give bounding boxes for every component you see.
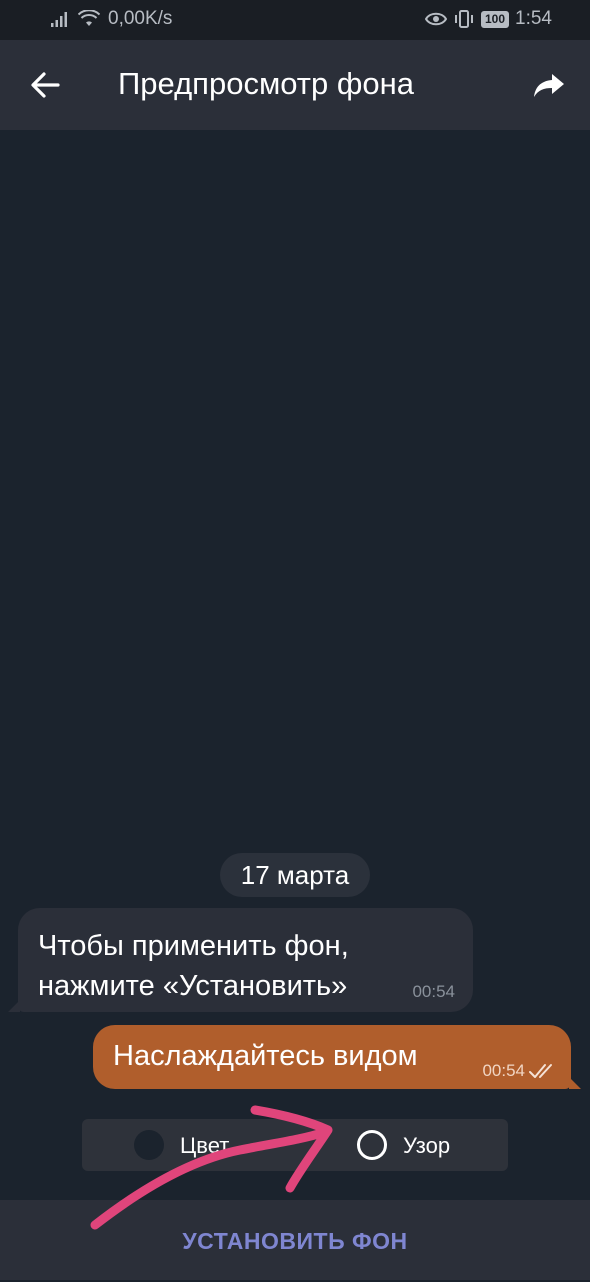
incoming-message: Чтобы применить фон, нажмите «Установить…	[8, 908, 473, 1012]
share-forward-icon[interactable]	[532, 68, 566, 102]
pattern-option-label: Узор	[403, 1133, 451, 1158]
color-option-label: Цвет	[180, 1133, 230, 1158]
arrow-back-icon[interactable]	[28, 67, 64, 103]
pattern-radio-icon	[357, 1130, 387, 1160]
date-separator: 17 марта	[220, 853, 370, 897]
page-title: Предпросмотр фона	[118, 66, 414, 101]
status-right: 100 1:54	[424, 8, 552, 30]
pattern-option[interactable]: Узор	[295, 1119, 508, 1171]
app-bar: Предпросмотр фона	[0, 40, 590, 130]
network-speed: 0,00K/s	[108, 8, 173, 29]
double-check-icon	[529, 1064, 552, 1078]
background-mode-toggle: Цвет Узор	[82, 1119, 508, 1171]
message-time: 00:54	[482, 1061, 525, 1080]
eye-icon	[424, 12, 447, 26]
battery-indicator: 100	[480, 10, 510, 28]
incoming-line-2: нажмите «Установить»	[38, 970, 348, 1002]
clock: 1:54	[515, 8, 552, 29]
outgoing-message: Наслаждайтесь видом 00:54	[93, 1025, 581, 1089]
bottom-action-bar: УСТАНОВИТЬ ФОН	[0, 1200, 590, 1280]
incoming-line-1: Чтобы применить фон,	[38, 930, 349, 962]
incoming-message-text: Чтобы применить фон, нажмите «Установить…	[38, 926, 349, 1006]
bubble-tail	[8, 1000, 20, 1012]
signal-icon	[51, 12, 67, 27]
status-bar: 0,00K/s 100 1:54	[0, 0, 590, 40]
status-left: 0,00K/s	[50, 8, 172, 30]
wifi-icon	[78, 10, 100, 26]
vibrate-icon	[454, 10, 473, 28]
color-circle-icon	[134, 1130, 164, 1160]
bubble-tail	[569, 1077, 581, 1089]
message-time: 00:54	[412, 982, 455, 1001]
set-background-button[interactable]: УСТАНОВИТЬ ФОН	[0, 1200, 590, 1280]
color-option[interactable]: Цвет	[82, 1119, 295, 1171]
outgoing-message-text: Наслаждайтесь видом	[113, 1040, 418, 1072]
